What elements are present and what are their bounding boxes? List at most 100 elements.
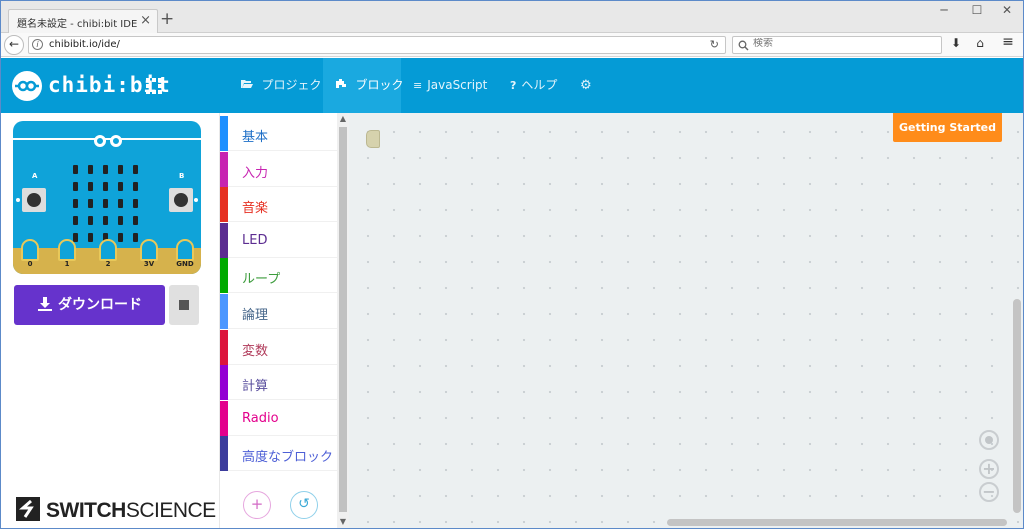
getting-started-button[interactable]: Getting Started — [893, 113, 1002, 142]
new-tab-button[interactable]: + — [160, 11, 174, 28]
workspace-block[interactable] — [366, 130, 380, 148]
microbit-simulator[interactable]: A B 0 1 2 3V GND — [13, 121, 201, 274]
workspace-horizontal-scrollbar[interactable] — [667, 519, 1007, 526]
category-color-bar — [220, 400, 228, 436]
settings-button[interactable]: ⚙ — [580, 58, 592, 113]
toolbox-category[interactable]: LED — [220, 222, 338, 258]
toolbox-category[interactable]: 論理 — [220, 294, 338, 329]
zoom-out-button[interactable]: − — [979, 482, 999, 502]
led — [133, 182, 138, 191]
button-a[interactable] — [22, 188, 46, 212]
menu-javascript-label: JavaScript — [427, 78, 488, 92]
led — [133, 233, 138, 242]
pin-2[interactable] — [99, 239, 117, 261]
url-text[interactable]: chibibit.io/ide/ — [49, 39, 120, 50]
toolbox-category[interactable]: 変数 — [220, 329, 338, 365]
led — [118, 182, 123, 191]
download-label: ダウンロード — [58, 297, 142, 313]
toolbox-category[interactable]: 入力 — [220, 151, 338, 187]
pin-3v[interactable] — [140, 239, 158, 261]
tab-title: 題名未設定 - chibi:bit IDE — [17, 19, 138, 30]
led — [103, 199, 108, 208]
menu-javascript[interactable]: ≡ JavaScript — [413, 58, 487, 113]
toolbox-category[interactable]: ループ — [220, 258, 338, 294]
home-icon[interactable]: ⌂ — [970, 36, 990, 50]
pin-label: 3V — [143, 260, 155, 268]
downloads-icon[interactable]: ⬇ — [946, 36, 966, 50]
category-color-bar — [220, 116, 228, 151]
menu-help-label: ヘルプ — [521, 78, 558, 92]
led — [73, 165, 78, 174]
category-label: LED — [242, 232, 268, 248]
led — [88, 216, 93, 225]
menu-blocks[interactable]: ブロック — [323, 58, 404, 113]
download-button[interactable]: ダウンロード — [14, 285, 165, 325]
led — [88, 199, 93, 208]
led — [118, 233, 123, 242]
back-button[interactable]: ← — [4, 35, 24, 55]
switch-science-logo: SWITCHSCIENCE — [16, 497, 226, 523]
pin-label: 2 — [105, 260, 111, 268]
led — [103, 165, 108, 174]
category-label: 論理 — [242, 308, 269, 323]
toolbox-category[interactable]: Radio — [220, 400, 338, 436]
blocks-workspace[interactable]: Getting Started + − — [349, 113, 1024, 529]
download-icon — [38, 285, 52, 328]
category-color-bar — [220, 365, 228, 401]
add-extension-button[interactable]: + — [243, 491, 271, 519]
gear-icon: ⚙ — [580, 78, 592, 93]
maximize-window-button[interactable]: ☐ — [962, 3, 992, 17]
toolbox-category[interactable]: 基本 — [220, 116, 338, 151]
pin-label: 0 — [27, 260, 33, 268]
simulator-panel: A B 0 1 2 3V GND ダウンロード SWITCHSCIENCE — [0, 113, 219, 529]
led — [118, 216, 123, 225]
close-window-button[interactable]: ✕ — [992, 3, 1022, 17]
pin-1[interactable] — [58, 239, 76, 261]
recenter-button[interactable] — [979, 430, 999, 450]
browser-tab[interactable]: 題名未設定 - chibi:bit IDE × — [8, 9, 158, 33]
led — [73, 199, 78, 208]
menu-help[interactable]: ? ヘルプ — [510, 58, 557, 113]
brand-text: SWITCHSCIENCE — [46, 499, 216, 523]
search-bar[interactable] — [732, 36, 942, 54]
scroll-up-icon[interactable]: ▲ — [337, 114, 349, 123]
category-label: 入力 — [242, 165, 269, 181]
hamburger-menu-icon[interactable]: ≡ — [998, 34, 1018, 50]
scroll-down-icon[interactable]: ▼ — [337, 517, 349, 526]
toolbox-category[interactable]: 音楽 — [220, 187, 338, 223]
scrollbar-thumb[interactable] — [339, 127, 347, 512]
led — [133, 199, 138, 208]
board-hole — [16, 198, 20, 202]
led — [73, 182, 78, 191]
search-input[interactable] — [753, 38, 933, 49]
toolbox-scrollbar[interactable]: ▲ ▼ — [337, 113, 349, 529]
pin-gnd[interactable] — [176, 239, 194, 261]
led — [88, 233, 93, 242]
reload-icon[interactable]: ↻ — [710, 38, 719, 51]
info-icon[interactable]: i — [32, 39, 43, 50]
stop-icon — [179, 300, 189, 310]
led — [73, 233, 78, 242]
category-color-bar — [220, 436, 228, 472]
category-label: 計算 — [242, 379, 269, 395]
button-b[interactable] — [169, 188, 193, 212]
button-a-label: A — [32, 172, 38, 180]
category-color-bar — [220, 151, 228, 187]
category-label: 基本 — [242, 130, 269, 145]
toolbox-category[interactable]: 計算 — [220, 365, 338, 401]
undo-button[interactable]: ↺ — [290, 491, 318, 519]
menu-blocks-label: ブロック — [355, 78, 404, 92]
address-bar[interactable]: i chibibit.io/ide/ ↻ — [28, 36, 726, 54]
brand-bold-text: SWITCH — [46, 499, 126, 522]
close-tab-icon[interactable]: × — [140, 13, 151, 28]
chibibit-logo[interactable]: chibi:bit — [12, 71, 172, 101]
pin-0[interactable] — [21, 239, 39, 261]
logo-face-icon — [12, 71, 42, 101]
toolbox-category[interactable]: 高度なブロック — [220, 436, 338, 472]
zoom-in-button[interactable]: + — [979, 459, 999, 479]
led — [88, 182, 93, 191]
workspace-vertical-scrollbar[interactable] — [1013, 299, 1021, 513]
stop-simulator-button[interactable] — [169, 285, 199, 325]
minimize-window-button[interactable]: ─ — [929, 3, 959, 17]
pin-label: GND — [176, 260, 194, 268]
